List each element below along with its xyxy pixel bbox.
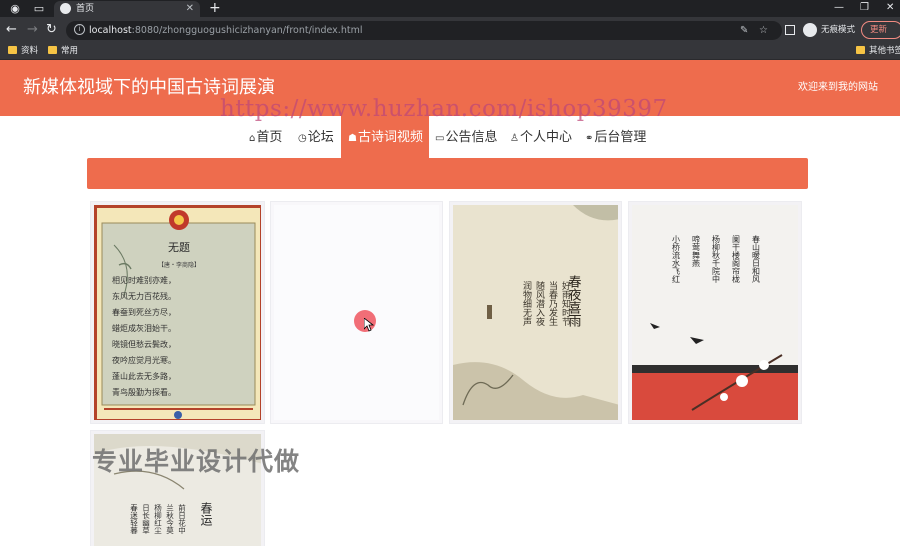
poem-line: 东风无力百花残。: [112, 291, 176, 301]
nav-label: 首页: [256, 130, 283, 145]
window-close-icon[interactable]: ✕: [886, 1, 894, 15]
nav-label: 古诗词视频: [357, 130, 423, 145]
update-button[interactable]: 更新: [861, 21, 900, 39]
maximize-icon[interactable]: ❐: [860, 1, 869, 15]
banner-bar: [87, 158, 808, 189]
poem-card-wuti[interactable]: 无题 【唐・李商隐】 相见时难别亦难， 东风无力百花残。 春蚕到死丝方尽， 蜡炬…: [90, 201, 265, 424]
poem-line: 蜡炬成灰泪始干。: [112, 323, 176, 333]
poem-col: 前日花中: [177, 503, 186, 536]
home-icon: ⌂: [249, 133, 256, 144]
bookmark-label: 常用: [61, 46, 79, 56]
folder-icon: [48, 46, 57, 54]
user-icon: ♙: [510, 133, 519, 144]
incognito-icon[interactable]: [803, 23, 817, 37]
welcome-text: 欢迎来到我的网站: [798, 82, 878, 93]
nav-label: 个人中心: [519, 130, 572, 145]
poem-title: 无题: [168, 241, 190, 254]
profile-label: 无痕模式: [821, 25, 856, 35]
mouse-cursor-icon: [364, 318, 374, 332]
poem-image-chunyexiyu: 好雨知时节 当春乃发生 随风潜入夜 润物细无声 春夜喜雨: [453, 205, 618, 420]
bookmarks-bar: 资料 常用 其他书签: [0, 43, 900, 60]
address-bar[interactable]: i localhost:8080/zhongguogushicizhanyan/…: [66, 21, 782, 40]
other-bookmarks[interactable]: 其他书签: [856, 45, 900, 58]
poem-title: 春运: [199, 502, 213, 527]
promo-watermark: 专业毕业设计代做: [92, 447, 301, 476]
url-host: localhost: [89, 25, 132, 36]
poem-card-image: 好雨知时节 当春乃发生 随风潜入夜 润物细无声 春夜喜雨: [453, 205, 618, 420]
poem-card-image: 春山暖日和风 阑干楼阁帘栊 杨柳秋千院中 啼莺舞燕 小桥流水飞红: [632, 205, 798, 420]
nav-item-profile[interactable]: ♙个人中心: [510, 130, 572, 147]
poem-columns: 前日花中 兰秋今莫 杨柳红尘 日长幽草 春迷轻暮: [129, 503, 186, 536]
poem-line: 相见时难别亦难，: [112, 275, 176, 285]
folder-icon: [856, 46, 865, 54]
poem-col: 日长幽草: [141, 504, 150, 536]
poem-card-image: 无题 【唐・李商隐】 相见时难别亦难， 东风无力百花残。 春蚕到死丝方尽， 蜡炬…: [94, 205, 261, 420]
poem-col: 杨柳秋千院中: [712, 234, 721, 284]
forward-icon[interactable]: →: [27, 22, 38, 38]
poem-line: 青鸟殷勤为探看。: [112, 387, 176, 397]
nav-label: 论坛: [307, 130, 334, 145]
nav-label: 后台管理: [594, 130, 647, 145]
nav-item-home[interactable]: ⌂首页: [249, 130, 282, 147]
poem-image-chun: 春山暖日和风 阑干楼阁帘栊 杨柳秋千院中 啼莺舞燕 小桥流水飞红: [632, 205, 798, 420]
browser-tab-bar: ◉ ▭ 首页 ✕ + — ❐ ✕: [0, 0, 900, 17]
back-icon[interactable]: ←: [6, 22, 17, 38]
poem-col: 春山暖日和风: [752, 234, 761, 284]
minimize-icon[interactable]: —: [834, 1, 844, 15]
poem-col: 随风潜入夜: [534, 280, 545, 327]
bookmark-star-icon[interactable]: ☆: [759, 24, 768, 37]
poem-image-wuti: 无题 【唐・李商隐】 相见时难别亦难， 东风无力百花残。 春蚕到死丝方尽， 蜡炬…: [94, 205, 261, 420]
folder-icon: [8, 46, 17, 54]
url-text[interactable]: localhost:8080/zhongguogushicizhanyan/fr…: [89, 24, 362, 37]
poem-col: 小桥流水飞红: [672, 235, 681, 283]
poem-col: 兰秋今莫: [165, 503, 174, 536]
nav-item-notice[interactable]: ▭公告信息: [435, 130, 497, 147]
poem-line: 夜吟应觉月光寒。: [112, 355, 176, 365]
forum-icon: ◷: [298, 133, 307, 144]
poem-title: 春夜喜雨: [566, 275, 582, 327]
watermark-text: https://www.huzhan.com/ishop39397: [220, 96, 668, 122]
browser-menu-icon[interactable]: ◉: [8, 2, 22, 15]
poem-col: 阑干楼阁帘栊: [732, 234, 741, 284]
globe-icon: [60, 3, 71, 14]
bookmark-folder-changyong[interactable]: 常用: [48, 45, 78, 58]
side-panel-icon[interactable]: [785, 25, 795, 35]
poem-author: 【唐・李商隐】: [158, 261, 200, 269]
new-tab-icon[interactable]: +: [209, 0, 221, 16]
notice-icon: ▭: [435, 133, 445, 144]
poem-col: 润物细无声: [521, 280, 532, 327]
bookmark-folder-ziliao[interactable]: 资料: [8, 45, 38, 58]
bookmark-label: 其他书签: [869, 46, 900, 56]
tab-strip-icon[interactable]: ▭: [32, 2, 46, 15]
nav-item-video-label: ☗古诗词视频: [348, 130, 423, 147]
bookmark-label: 资料: [21, 46, 39, 56]
reload-icon[interactable]: ↻: [46, 22, 57, 38]
tab-title: 首页: [76, 4, 95, 14]
browser-toolbar: ← → ↻ i localhost:8080/zhongguogushicizh…: [0, 17, 900, 43]
browser-tab[interactable]: 首页 ✕: [54, 1, 200, 17]
poem-col: 当春乃发生: [547, 280, 558, 326]
nav-label: 公告信息: [445, 130, 498, 145]
poem-col: 杨柳红尘: [153, 503, 162, 535]
extension-icon[interactable]: ✎: [740, 24, 748, 37]
poem-card-chunyexiyu[interactable]: 好雨知时节 当春乃发生 随风潜入夜 润物细无声 春夜喜雨: [449, 201, 622, 424]
poem-card-chun[interactable]: 春山暖日和风 阑干楼阁帘栊 杨柳秋千院中 啼莺舞燕 小桥流水飞红: [628, 201, 802, 424]
link-icon: ⚭: [585, 133, 594, 144]
video-icon: ☗: [348, 133, 357, 144]
url-path: :8080/zhongguogushicizhanyan/front/index…: [131, 25, 363, 36]
info-icon[interactable]: i: [74, 24, 85, 35]
poem-line: 春蚕到死丝方尽，: [112, 307, 176, 317]
poem-line: 晓镜但愁云鬓改，: [112, 339, 176, 349]
nav-item-forum[interactable]: ◷论坛: [298, 130, 334, 147]
poem-col: 春迷轻暮: [129, 503, 138, 536]
poem-col: 啼莺舞燕: [692, 234, 701, 268]
close-icon[interactable]: ✕: [186, 2, 194, 15]
nav-item-admin[interactable]: ⚭后台管理: [585, 130, 646, 147]
page-root: ◉ ▭ 首页 ✕ + — ❐ ✕ ← → ↻ i localhost:8080/…: [0, 0, 900, 546]
poem-line: 蓬山此去无多路，: [112, 371, 176, 381]
